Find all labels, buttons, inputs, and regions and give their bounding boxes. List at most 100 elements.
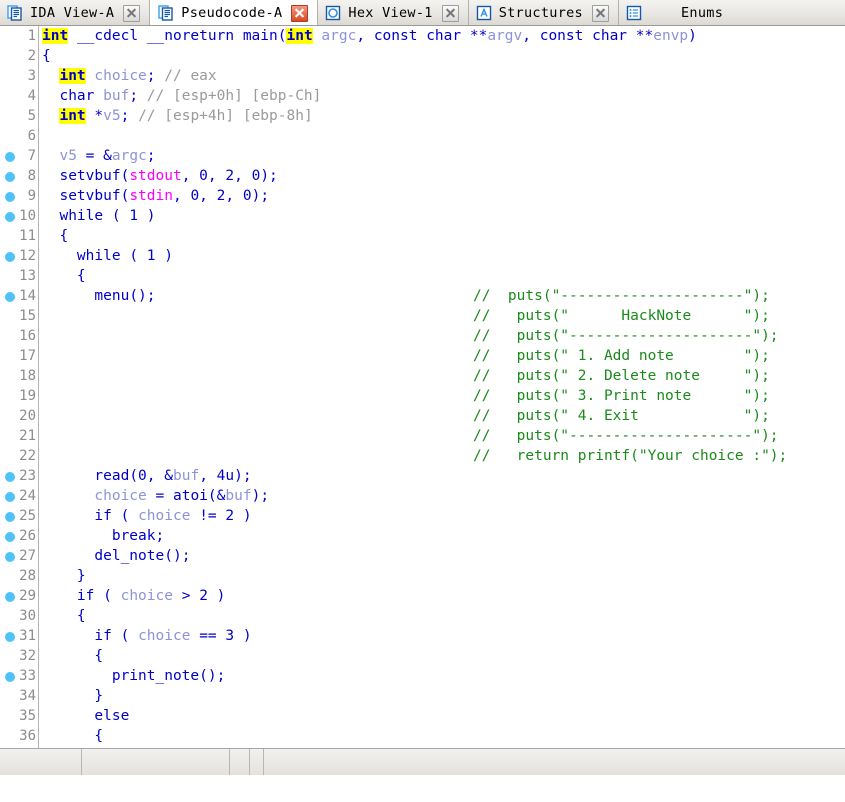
code-line[interactable]: 8 setvbuf(stdout, 0, 2, 0); — [0, 166, 845, 186]
code-line[interactable]: 35 else — [0, 706, 845, 726]
code-comment-text[interactable]: // puts(" HackNote "); — [473, 306, 770, 326]
code-line[interactable]: 33 print_note(); — [0, 666, 845, 686]
code-line-text[interactable]: setvbuf(stdout, 0, 2, 0); — [42, 166, 277, 186]
code-line-text[interactable]: int *v5; // [esp+4h] [ebp-8h] — [42, 106, 313, 126]
code-line-text[interactable]: menu(); — [42, 286, 155, 306]
code-line[interactable]: 11 { — [0, 226, 845, 246]
line-number: 7 — [27, 148, 36, 164]
code-line-text[interactable]: int __cdecl __noreturn main(int argc, co… — [42, 26, 697, 46]
code-line[interactable]: 13 { — [0, 266, 845, 286]
tab-close-icon[interactable] — [123, 4, 141, 22]
tab-label: Hex View-1 — [348, 5, 433, 21]
hex-view-icon — [326, 5, 341, 21]
code-comment-text[interactable]: // puts("---------------------"); — [473, 286, 770, 306]
code-line[interactable]: 21 // puts("---------------------"); — [0, 426, 845, 446]
code-line[interactable]: 24 choice = atoi(&buf); — [0, 486, 845, 506]
code-line[interactable]: 15 // puts(" HackNote "); — [0, 306, 845, 326]
code-line[interactable]: 6 — [0, 126, 845, 146]
tab-structures[interactable]: Structures — [469, 0, 619, 25]
line-number: 6 — [27, 128, 36, 144]
code-line[interactable]: 1 int __cdecl __noreturn main(int argc, c… — [0, 26, 845, 46]
code-comment-text[interactable]: // puts("---------------------"); — [473, 326, 779, 346]
code-line[interactable]: 27 del_note(); — [0, 546, 845, 566]
code-line-text[interactable]: while ( 1 ) — [42, 246, 173, 266]
code-line[interactable]: 31 if ( choice == 3 ) — [0, 626, 845, 646]
code-comment-text[interactable]: // return printf("Your choice :"); — [473, 446, 787, 466]
code-line-text[interactable]: setvbuf(stdin, 0, 2, 0); — [42, 186, 269, 206]
code-line[interactable]: 30 { — [0, 606, 845, 626]
code-line-text[interactable]: } — [42, 686, 103, 706]
tab-label: IDA View-A — [30, 5, 115, 21]
code-line-text[interactable]: else — [42, 706, 129, 726]
line-number: 10 — [19, 208, 36, 224]
code-line[interactable]: 29 if ( choice > 2 ) — [0, 586, 845, 606]
code-line[interactable]: 20 // puts(" 4. Exit "); — [0, 406, 845, 426]
pseudocode-editor[interactable]: 1 int __cdecl __noreturn main(int argc, c… — [0, 26, 845, 775]
code-line[interactable]: 22 // return printf("Your choice :"); — [0, 446, 845, 466]
code-line-text[interactable]: { — [42, 226, 68, 246]
code-comment-text[interactable]: // puts(" 2. Delete note "); — [473, 366, 770, 386]
code-line[interactable]: 7 v5 = &argc; — [0, 146, 845, 166]
code-line-text[interactable]: if ( choice == 3 ) — [42, 626, 251, 646]
line-number: 8 — [27, 168, 36, 184]
code-line[interactable]: 28 } — [0, 566, 845, 586]
code-comment-text[interactable]: // puts("---------------------"); — [473, 426, 779, 446]
code-line[interactable]: 2{ — [0, 46, 845, 66]
line-number: 18 — [19, 368, 36, 384]
code-line-text[interactable]: if ( choice > 2 ) — [42, 586, 225, 606]
code-line[interactable]: 19 // puts(" 3. Print note "); — [0, 386, 845, 406]
tab-close-icon[interactable] — [291, 4, 309, 22]
line-number: 20 — [19, 408, 36, 424]
tab-ida-view-a[interactable]: IDA View-A — [0, 0, 151, 25]
code-line-text[interactable]: v5 = &argc; — [42, 146, 155, 166]
code-line[interactable]: 32 { — [0, 646, 845, 666]
code-line[interactable]: 34 } — [0, 686, 845, 706]
tab-pseudocode-a[interactable]: Pseudocode-A — [150, 0, 319, 25]
code-line-text[interactable]: int choice; // eax — [42, 66, 217, 86]
code-line[interactable]: 18 // puts(" 2. Delete note "); — [0, 366, 845, 386]
code-listing[interactable]: 1 int __cdecl __noreturn main(int argc, c… — [0, 26, 845, 775]
code-line[interactable]: 23 read(0, &buf, 4u); — [0, 466, 845, 486]
code-line-text[interactable]: print_note(); — [42, 666, 226, 686]
tab-close-icon[interactable] — [441, 4, 459, 22]
code-line-text[interactable]: char buf; // [esp+0h] [ebp-Ch] — [42, 86, 321, 106]
code-line-text[interactable]: while ( 1 ) — [42, 206, 155, 226]
code-line[interactable]: 12 while ( 1 ) — [0, 246, 845, 266]
code-line-text[interactable]: break; — [42, 526, 164, 546]
tab-hex-view-1[interactable]: Hex View-1 — [318, 0, 469, 25]
code-line-text[interactable]: { — [42, 46, 51, 66]
code-line-text[interactable]: { — [42, 726, 103, 746]
tab-close-icon[interactable] — [591, 4, 609, 22]
code-line-text[interactable]: { — [42, 606, 86, 626]
code-line[interactable]: 16 // puts("---------------------"); — [0, 326, 845, 346]
code-line[interactable]: 36 { — [0, 726, 845, 746]
code-line[interactable]: 3 int choice; // eax — [0, 66, 845, 86]
line-number: 9 — [27, 188, 36, 204]
code-line-text[interactable]: } — [42, 566, 86, 586]
code-line-text[interactable]: { — [42, 266, 86, 286]
code-comment-text[interactable]: // puts(" 3. Print note "); — [473, 386, 770, 406]
line-number: 25 — [19, 508, 36, 524]
code-line[interactable]: 5 int *v5; // [esp+4h] [ebp-8h] — [0, 106, 845, 126]
line-number: 17 — [19, 348, 36, 364]
code-line[interactable]: 9 setvbuf(stdin, 0, 2, 0); — [0, 186, 845, 206]
code-line-text[interactable]: read(0, &buf, 4u); — [42, 466, 251, 486]
code-line[interactable]: 25 if ( choice != 2 ) — [0, 506, 845, 526]
code-line-text[interactable]: if ( choice != 2 ) — [42, 506, 251, 526]
tab-enums[interactable]: Enums — [619, 0, 732, 25]
code-line[interactable]: 26 break; — [0, 526, 845, 546]
status-bar — [0, 748, 845, 775]
code-line[interactable]: 14 menu(); // puts("---------------------… — [0, 286, 845, 306]
code-line[interactable]: 17 // puts(" 1. Add note "); — [0, 346, 845, 366]
code-line[interactable]: 4 char buf; // [esp+0h] [ebp-Ch] — [0, 86, 845, 106]
line-number: 34 — [19, 688, 36, 704]
code-line-text[interactable]: del_note(); — [42, 546, 190, 566]
code-comment-text[interactable]: // puts(" 1. Add note "); — [473, 346, 770, 366]
code-line[interactable]: 10 while ( 1 ) — [0, 206, 845, 226]
line-number: 33 — [19, 668, 36, 684]
code-line-text[interactable]: { — [42, 646, 103, 666]
code-line-text[interactable]: choice = atoi(&buf); — [42, 486, 269, 506]
code-comment-text[interactable]: // puts(" 4. Exit "); — [473, 406, 770, 426]
line-number: 30 — [19, 608, 36, 624]
line-number: 26 — [19, 528, 36, 544]
